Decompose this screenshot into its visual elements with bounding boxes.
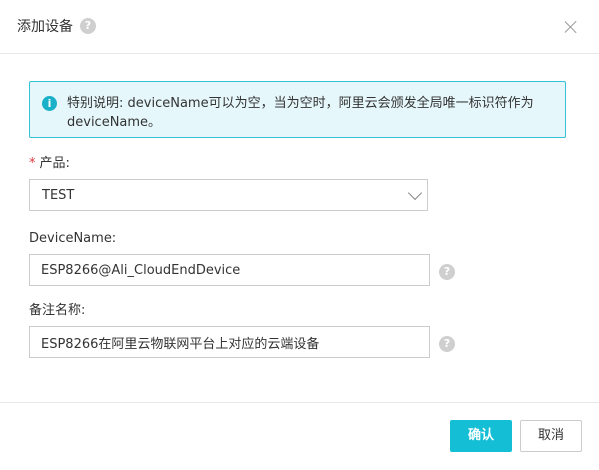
- dialog-header: 添加设备 ?: [0, 0, 599, 54]
- product-select[interactable]: TEST: [29, 179, 428, 211]
- confirm-button[interactable]: 确认: [450, 420, 512, 452]
- notice-text: 特别说明: deviceName可以为空，当为空时，阿里云会颁发全局唯一标识符作…: [67, 96, 534, 130]
- dialog-footer: 确认 取消: [0, 402, 599, 470]
- product-label: * 产品:: [29, 156, 70, 172]
- product-label-text: 产品:: [39, 156, 70, 171]
- required-mark: *: [29, 156, 36, 171]
- note-name-input[interactable]: [29, 326, 430, 358]
- note-name-help-icon[interactable]: ?: [439, 336, 455, 352]
- note-name-label: 备注名称:: [29, 303, 86, 318]
- product-select-value: TEST: [42, 188, 75, 203]
- device-name-label: DeviceName:: [29, 231, 117, 246]
- dialog-title: 添加设备: [17, 19, 73, 35]
- cancel-button[interactable]: 取消: [520, 420, 582, 452]
- chevron-down-icon: [407, 185, 423, 201]
- add-device-dialog: 添加设备 ? i 特别说明: deviceName可以为空，当为空时，阿里云会颁…: [0, 0, 599, 470]
- device-name-input[interactable]: [29, 254, 430, 286]
- close-icon[interactable]: [563, 19, 579, 35]
- help-icon[interactable]: ?: [80, 18, 96, 34]
- notice-banner: i 特别说明: deviceName可以为空，当为空时，阿里云会颁发全局唯一标识…: [29, 81, 566, 138]
- info-icon: i: [42, 96, 57, 111]
- device-name-help-icon[interactable]: ?: [439, 264, 455, 280]
